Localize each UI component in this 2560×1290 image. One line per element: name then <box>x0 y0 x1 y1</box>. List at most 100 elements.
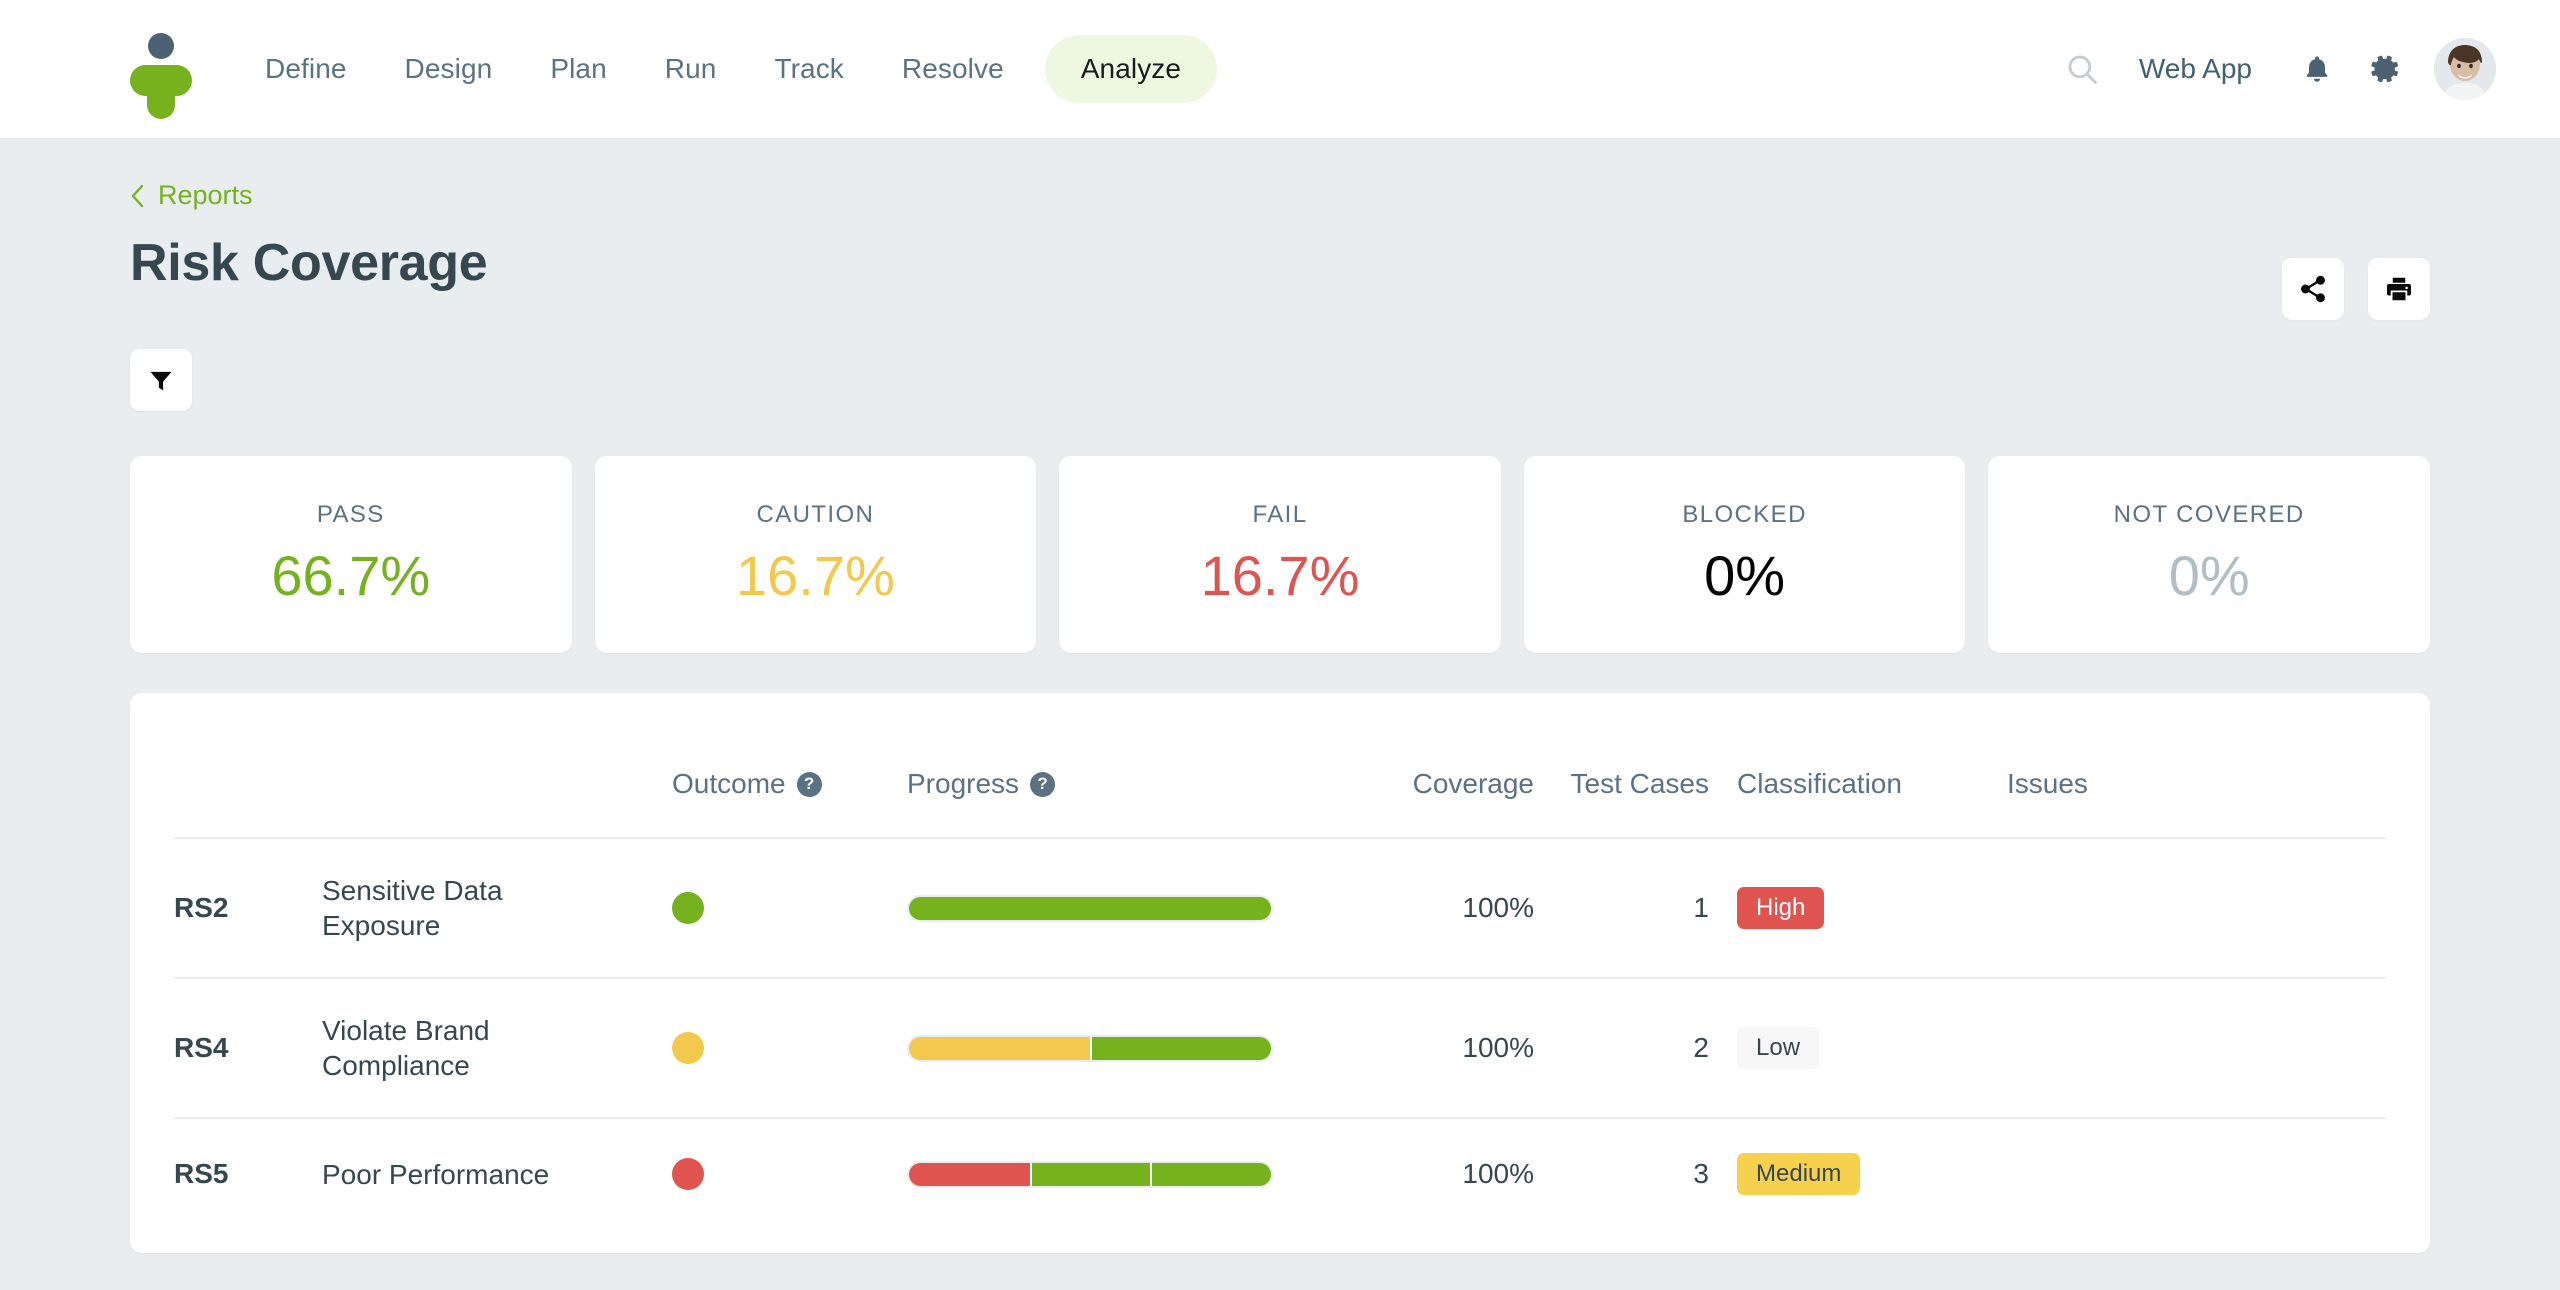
classification-badge: High <box>1737 887 1825 930</box>
progress-bar <box>907 1160 1273 1188</box>
search-icon[interactable] <box>2051 52 2113 86</box>
table-row[interactable]: RS5 Poor Performance 100% 3 Medium <box>174 1117 2386 1230</box>
filter-toolbar <box>130 349 2430 411</box>
row-issues <box>2007 977 2386 1119</box>
nav-item-design[interactable]: Design <box>376 55 522 83</box>
row-issues <box>2007 837 2386 979</box>
progress-bar <box>907 894 1273 922</box>
web-app-link[interactable]: Web App <box>2113 53 2284 85</box>
page-action-buttons <box>2282 258 2430 320</box>
table-row[interactable]: RS4 Violate Brand Compliance 100% 2 Low <box>174 977 2386 1119</box>
row-outcome <box>672 977 907 1119</box>
summary-stat-cards: PASS 66.7% CAUTION 16.7% FAIL 16.7% BLOC… <box>130 456 2430 653</box>
print-button[interactable] <box>2368 258 2430 320</box>
outcome-status-dot <box>672 1158 704 1191</box>
stat-label: BLOCKED <box>1682 501 1807 528</box>
row-progress <box>907 837 1357 979</box>
row-progress <box>907 1117 1357 1230</box>
nav-item-analyze[interactable]: Analyze <box>1044 35 1218 103</box>
row-id: RS4 <box>174 977 322 1119</box>
table-body: RS2 Sensitive Data Exposure 100% 1 High <box>174 837 2386 1230</box>
progress-segment <box>1029 1162 1151 1186</box>
stat-value: 0% <box>2168 544 2250 607</box>
stat-label: NOT COVERED <box>2113 501 2305 528</box>
th-issues: Issues <box>2007 768 2088 799</box>
stat-label: FAIL <box>1252 501 1308 528</box>
share-button[interactable] <box>2282 258 2344 320</box>
nav-item-define[interactable]: Define <box>236 55 376 83</box>
user-avatar[interactable] <box>2434 38 2496 100</box>
stat-value: 66.7% <box>271 544 431 607</box>
th-progress: Progress ? <box>907 693 1357 838</box>
print-icon <box>2387 277 2411 301</box>
chevron-left-icon <box>131 184 144 207</box>
th-progress-label: Progress <box>907 768 1020 799</box>
nav-item-plan[interactable]: Plan <box>521 55 635 83</box>
row-test-cases: 3 <box>1562 1117 1737 1230</box>
classification-badge: Medium <box>1737 1153 1861 1196</box>
row-coverage: 100% <box>1357 1117 1562 1230</box>
row-progress <box>907 977 1357 1119</box>
th-classification: Classification <box>1737 768 1902 799</box>
th-coverage: Coverage <box>1412 768 1534 799</box>
progress-segment <box>909 1036 1090 1060</box>
row-outcome <box>672 837 907 979</box>
nav-item-resolve[interactable]: Resolve <box>873 55 1033 83</box>
th-name <box>322 693 672 838</box>
row-name: Poor Performance <box>322 1117 672 1230</box>
filter-button[interactable] <box>130 349 192 411</box>
progress-help-icon[interactable]: ? <box>1030 771 1056 797</box>
row-name: Violate Brand Compliance <box>322 977 672 1119</box>
row-id: RS5 <box>174 1117 322 1230</box>
risk-coverage-table: Outcome ? Progress ? Coverage Test Cases… <box>174 693 2386 1230</box>
top-nav-right-cluster: Web App <box>2051 38 2496 100</box>
progress-segment <box>1090 1036 1271 1060</box>
page-content: Reports Risk Coverage PASS 66.7% CAUTION… <box>0 180 2560 1253</box>
settings-gear-icon[interactable] <box>2350 52 2420 86</box>
th-outcome: Outcome ? <box>672 693 907 838</box>
logo-stem-shape <box>147 83 175 119</box>
th-id <box>174 693 322 838</box>
outcome-status-dot <box>672 892 704 925</box>
row-classification: Low <box>1737 977 2007 1119</box>
row-test-cases: 1 <box>1562 837 1737 979</box>
table-header-row: Outcome ? Progress ? Coverage Test Cases… <box>174 693 2386 838</box>
nav-item-track[interactable]: Track <box>745 55 872 83</box>
stat-card-blocked[interactable]: BLOCKED 0% <box>1523 456 1966 653</box>
app-logo-icon[interactable] <box>130 33 192 119</box>
progress-bar <box>907 1034 1273 1062</box>
outcome-help-icon[interactable]: ? <box>796 771 822 797</box>
stat-card-caution[interactable]: CAUTION 16.7% <box>594 456 1037 653</box>
logo-head-shape <box>148 33 174 59</box>
classification-badge: Low <box>1737 1027 1820 1070</box>
top-navigation-bar: Define Design Plan Run Track Resolve Ana… <box>0 0 2560 138</box>
stat-label: PASS <box>316 501 385 528</box>
row-id: RS2 <box>174 837 322 979</box>
th-outcome-label: Outcome <box>672 768 786 799</box>
page-title: Risk Coverage <box>130 234 488 292</box>
stat-card-fail[interactable]: FAIL 16.7% <box>1059 456 1501 653</box>
stat-card-pass[interactable]: PASS 66.7% <box>130 456 572 653</box>
risk-coverage-table-card: Outcome ? Progress ? Coverage Test Cases… <box>130 693 2430 1253</box>
nav-item-run[interactable]: Run <box>636 55 746 83</box>
stat-label: CAUTION <box>756 501 875 528</box>
stat-card-not-covered[interactable]: NOT COVERED 0% <box>1988 456 2430 653</box>
row-coverage: 100% <box>1357 977 1562 1119</box>
th-test-cases: Test Cases <box>1570 768 1710 799</box>
row-issues <box>2007 1117 2386 1230</box>
stat-value: 16.7% <box>1200 544 1360 607</box>
progress-segment <box>1150 1162 1271 1186</box>
stat-value: 16.7% <box>735 544 895 607</box>
row-name: Sensitive Data Exposure <box>322 837 672 979</box>
share-icon <box>2301 275 2325 303</box>
breadcrumb-back-to-reports[interactable]: Reports <box>130 180 253 211</box>
progress-segment <box>909 896 1271 920</box>
outcome-status-dot <box>672 1032 704 1065</box>
row-classification: High <box>1737 837 2007 979</box>
table-head: Outcome ? Progress ? Coverage Test Cases… <box>174 693 2386 838</box>
table-row[interactable]: RS2 Sensitive Data Exposure 100% 1 High <box>174 837 2386 979</box>
main-nav-links: Define Design Plan Run Track Resolve Ana… <box>236 35 1218 103</box>
notifications-bell-icon[interactable] <box>2284 52 2350 86</box>
row-outcome <box>672 1117 907 1230</box>
breadcrumb-label: Reports <box>158 180 253 210</box>
